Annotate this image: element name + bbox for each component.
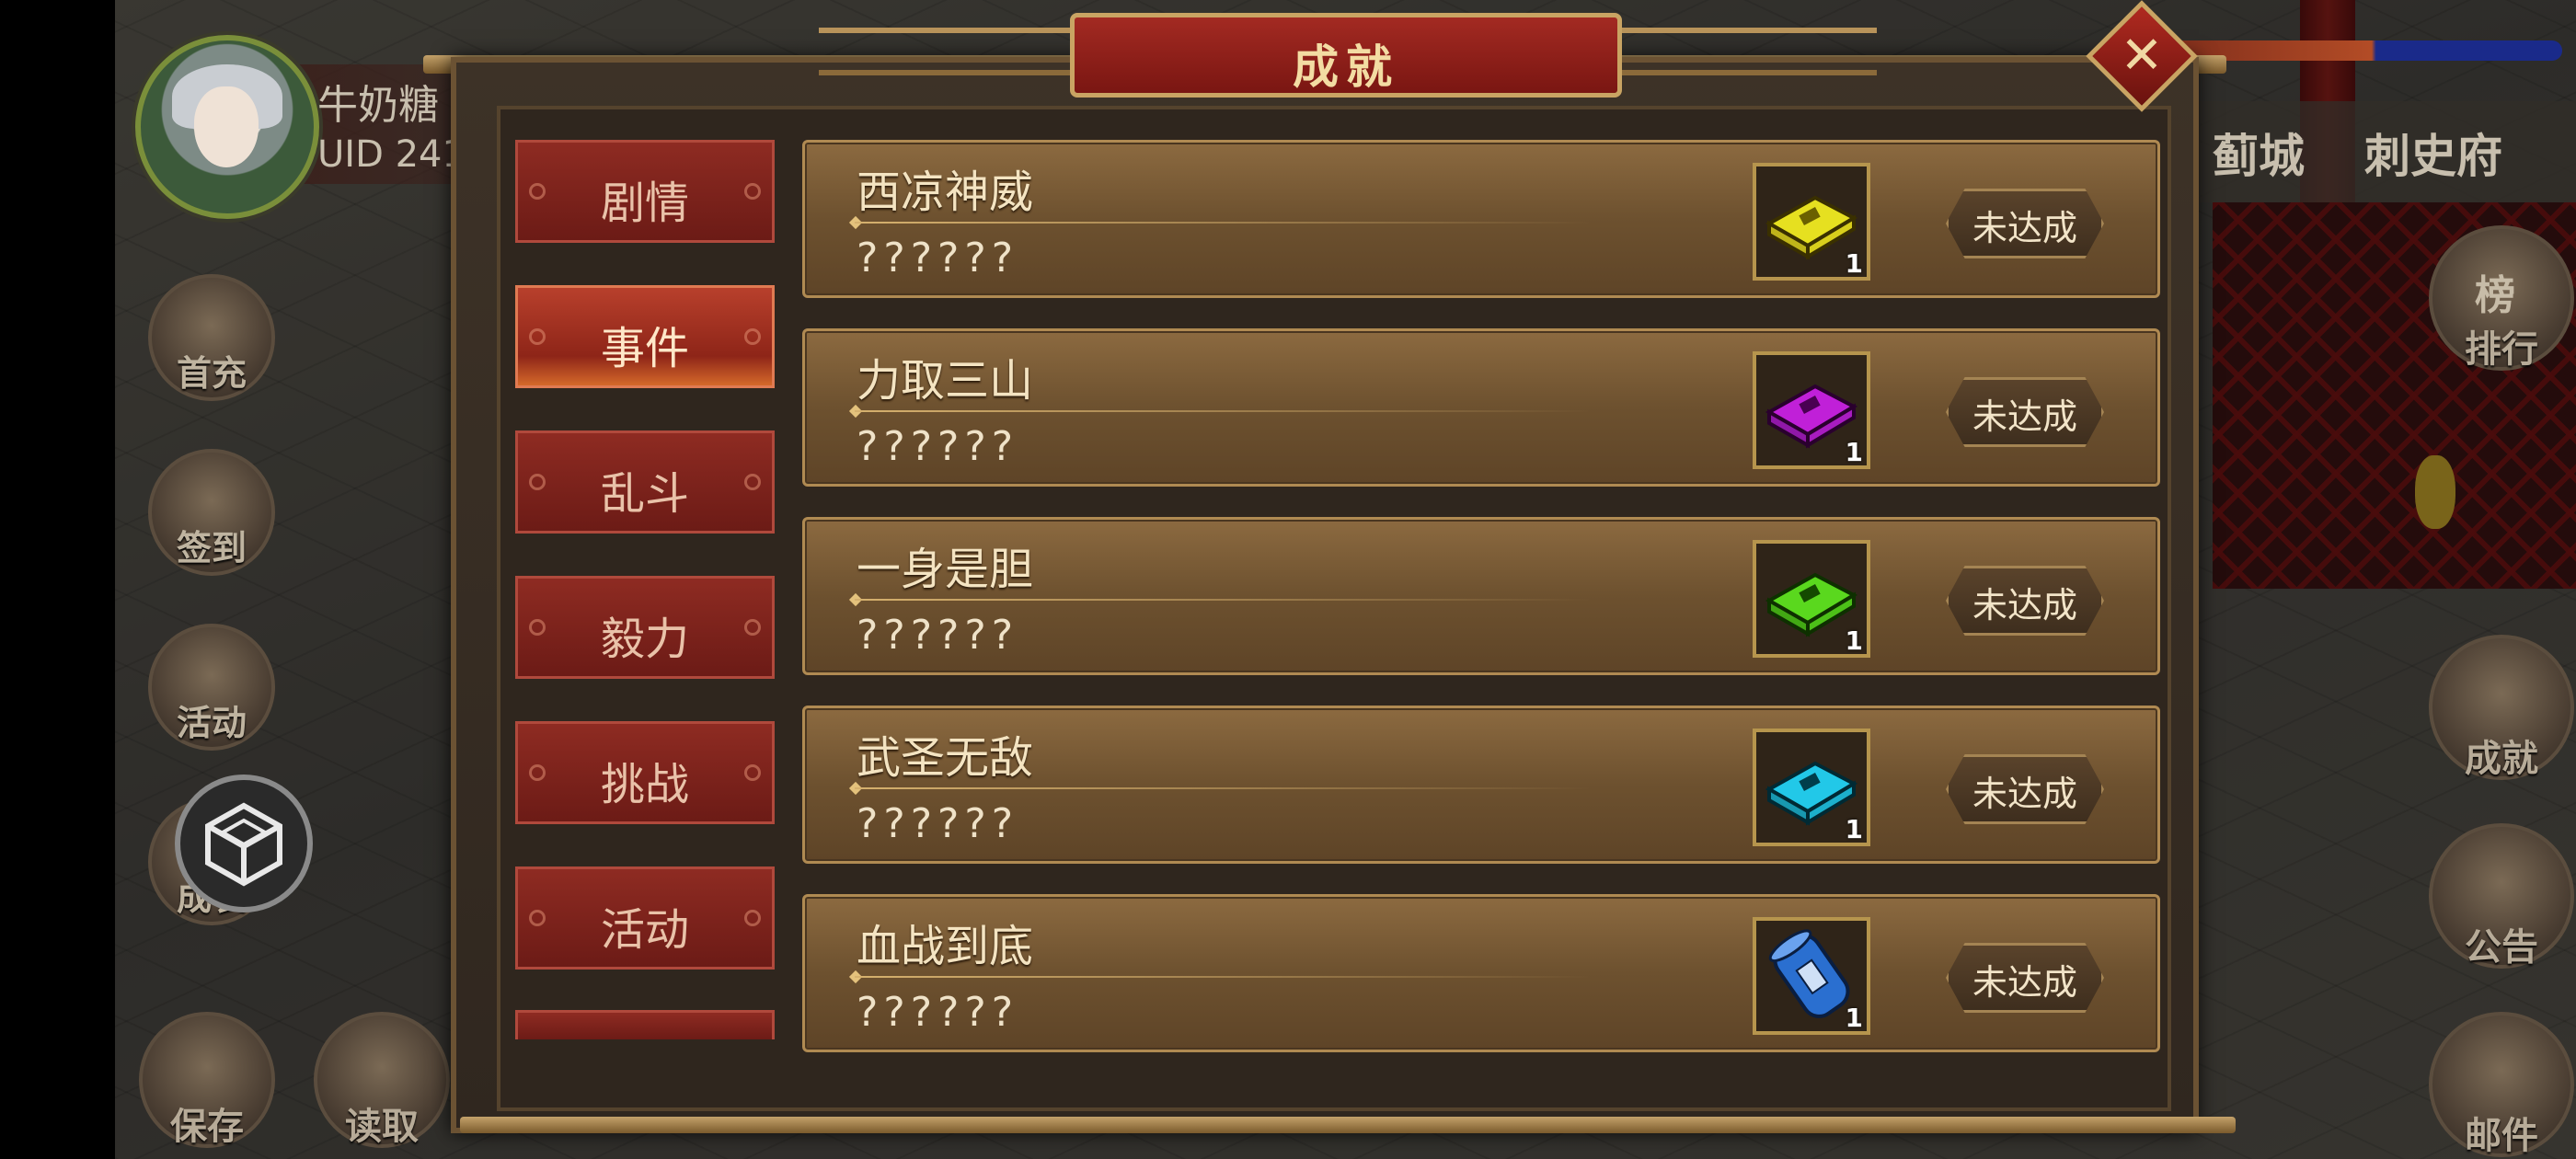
activity-button[interactable]: 活动	[148, 624, 275, 751]
reward-count: 1	[1845, 814, 1863, 844]
divider-line	[855, 222, 1591, 224]
reward-count: 1	[1845, 248, 1863, 279]
office-label[interactable]: 刺史府	[2364, 120, 2502, 186]
scroll-icon-label: 公告	[2465, 926, 2538, 969]
calendar-icon-label: 签到	[176, 528, 247, 568]
reward-item[interactable]: 1	[1753, 351, 1870, 469]
achievement-desc: ??????	[857, 235, 1019, 281]
achievement-desc: ??????	[857, 989, 1019, 1036]
tab-story[interactable]: 剧情	[515, 140, 775, 243]
tab-brawl[interactable]: 乱斗	[515, 430, 775, 534]
divider-line	[855, 599, 1591, 601]
tab-label: 毅力	[600, 614, 689, 665]
reward-item[interactable]: 1	[1753, 917, 1870, 1035]
cube-menu-button[interactable]	[175, 775, 313, 912]
achievement-title: 一身是胆	[857, 544, 1034, 595]
swirl-ornament	[744, 183, 761, 200]
dialog-title: 成就	[1293, 40, 1399, 94]
sign-in-button[interactable]: 签到	[148, 449, 275, 576]
city-label[interactable]: 蓟城	[2213, 120, 2305, 186]
avatar-face	[194, 86, 259, 167]
divider-line	[855, 410, 1591, 412]
reward-count: 1	[1845, 1003, 1863, 1033]
tab-event[interactable]: 事件	[515, 285, 775, 388]
tab-label: 乱斗	[600, 468, 689, 520]
swirl-ornament	[744, 619, 761, 636]
swirl-ornament	[744, 474, 761, 490]
tab-label: 活动	[600, 904, 689, 956]
achievement-row: 血战到底 ?????? 1 未达成	[802, 894, 2160, 1052]
gift-icon-label: 首充	[176, 353, 247, 394]
tab-perseverance[interactable]: 毅力	[515, 576, 775, 679]
tab-challenge[interactable]: 挑战	[515, 721, 775, 824]
achievement-desc: ??????	[857, 612, 1019, 659]
title-wing-right	[1619, 28, 1877, 75]
save-icon-label: 保存	[170, 1106, 244, 1148]
tab-overflow-hint[interactable]	[515, 1010, 775, 1039]
divider-line	[855, 976, 1591, 978]
status-label: 未达成	[1972, 396, 2077, 437]
status-label: 未达成	[1972, 774, 2077, 814]
achievement-row: 西凉神威 ?????? 1 未达成	[802, 140, 2160, 298]
ranking-button[interactable]: 榜 排行	[2429, 225, 2574, 371]
player-avatar[interactable]	[135, 35, 319, 219]
divider-line	[855, 787, 1591, 789]
title-wing-left	[819, 28, 1076, 75]
treasure-icon-label: 活动	[176, 703, 247, 743]
achievement-button[interactable]: 成就	[2429, 635, 2574, 780]
reward-item[interactable]: 1	[1753, 540, 1870, 658]
swirl-ornament	[744, 910, 761, 926]
load-button[interactable]: 读取	[314, 1012, 450, 1148]
player-name: 牛奶糖	[317, 82, 439, 129]
achievement-icon-label: 成就	[2465, 738, 2538, 780]
status-label: 未达成	[1972, 585, 2077, 625]
announcement-button[interactable]: 公告	[2429, 823, 2574, 969]
reward-item[interactable]: 1	[1753, 163, 1870, 281]
swirl-ornament	[744, 328, 761, 345]
cube-icon	[205, 802, 282, 887]
close-icon[interactable]: ✕	[2102, 17, 2181, 96]
reward-item[interactable]: 1	[1753, 729, 1870, 846]
tab-label: 剧情	[600, 178, 689, 229]
tab-label: 事件	[600, 323, 689, 374]
achievement-title: 武圣无敌	[857, 732, 1034, 784]
status-label: 未达成	[1972, 962, 2077, 1003]
reward-count: 1	[1845, 625, 1863, 656]
dialog-title-plate: 成就	[1070, 13, 1622, 98]
achievement-row: 武圣无敌 ?????? 1 未达成	[802, 706, 2160, 864]
achievement-desc: ??????	[857, 800, 1019, 847]
first-recharge-button[interactable]: 首充	[148, 274, 275, 401]
achievement-row: 一身是胆 ?????? 1 未达成	[802, 517, 2160, 675]
tab-activity[interactable]: 活动	[515, 866, 775, 970]
achievement-desc: ??????	[857, 423, 1019, 470]
status-label: 未达成	[1972, 208, 2077, 248]
swirl-ornament	[744, 764, 761, 781]
achievement-title: 血战到底	[857, 921, 1034, 972]
mail-icon-label: 邮件	[2465, 1115, 2538, 1157]
dialog-bottom-rim	[460, 1117, 2236, 1133]
ranking-emblem: 榜	[2475, 272, 2515, 319]
achievement-title: 力取三山	[857, 355, 1034, 407]
load-icon-label: 读取	[345, 1106, 419, 1148]
save-button[interactable]: 保存	[139, 1012, 275, 1148]
achievement-row: 力取三山 ?????? 1 未达成	[802, 328, 2160, 487]
mail-button[interactable]: 邮件	[2429, 1012, 2574, 1157]
tab-label: 挑战	[600, 759, 689, 810]
achievement-title: 西凉神威	[857, 166, 1034, 218]
ranking-icon-label: 排行	[2465, 328, 2538, 371]
reward-count: 1	[1845, 437, 1863, 467]
